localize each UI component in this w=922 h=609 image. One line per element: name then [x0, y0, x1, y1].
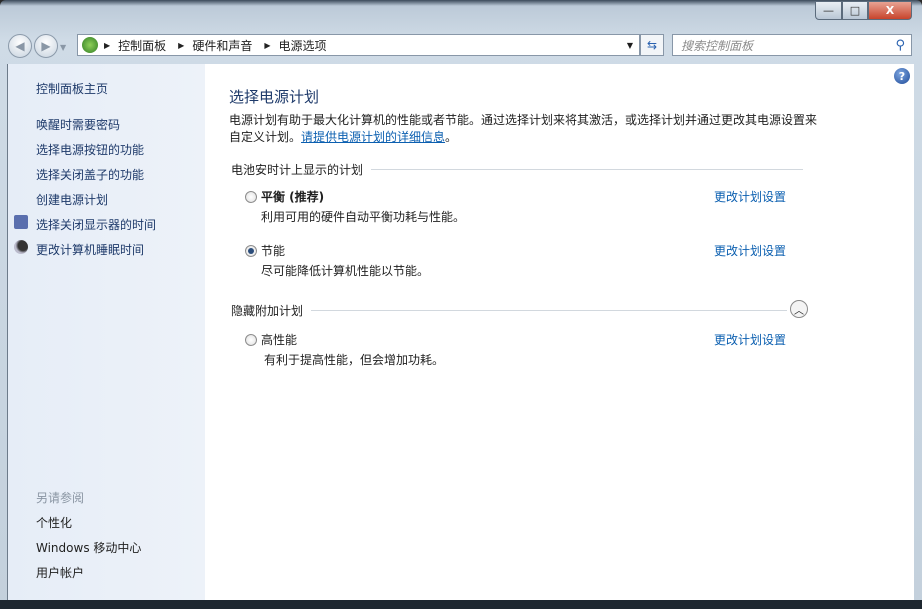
breadcrumb-control-panel[interactable]: 控制面板 [118, 37, 166, 54]
see-also-heading: 另请参阅 [36, 491, 85, 505]
address-dropdown-icon[interactable]: ▼ [627, 41, 633, 50]
sidebar-item-power-button[interactable]: 选择电源按钮的功能 [36, 141, 144, 158]
search-placeholder: 搜索控制面板 [681, 38, 754, 53]
plan-name: 高性能 [261, 333, 298, 347]
sidebar-home-link[interactable]: 控制面板主页 [36, 80, 108, 97]
sidebar: 控制面板主页 唤醒时需要密码 选择电源按钮的功能 选择关闭盖子的功能 创建电源计… [7, 64, 205, 600]
plan-name: 平衡 (推荐) [261, 190, 325, 204]
breadcrumb: ▶ 控制面板 ▶ 硬件和声音 ▶ 电源选项 [104, 37, 339, 54]
divider [371, 169, 803, 170]
plan-desc: 利用可用的硬件自动平衡功耗与性能。 [261, 210, 466, 224]
chevron-right-icon[interactable]: ▶ [264, 41, 270, 50]
maximize-button[interactable]: □ [842, 1, 868, 20]
refresh-button[interactable]: ⇆ [640, 34, 664, 56]
close-button[interactable]: X [868, 1, 912, 20]
sidebar-item-lid-close[interactable]: 选择关闭盖子的功能 [36, 166, 144, 183]
divider [311, 310, 787, 311]
plan-desc: 有利于提高性能，但会增加功耗。 [264, 353, 445, 367]
control-panel-icon [82, 37, 98, 53]
taskbar-edge [0, 600, 922, 609]
page-description: 电源计划有助于最大化计算机的性能或者节能。通过选择计划来将其激活，或选择计划并通… [229, 112, 819, 146]
arrow-right-icon: ▶ [41, 39, 51, 53]
see-also-personalization[interactable]: 个性化 [36, 514, 72, 531]
change-plan-settings-high-performance[interactable]: 更改计划设置 [714, 331, 786, 348]
radio-high-performance[interactable] [245, 334, 257, 346]
section-heading: 隐藏附加计划 [231, 304, 304, 318]
sidebar-item-sleep-time[interactable]: 更改计算机睡眠时间 [36, 241, 144, 258]
section-heading: 电池安时计上显示的计划 [231, 163, 364, 177]
sidebar-item-display-off[interactable]: 选择关闭显示器的时间 [36, 216, 156, 233]
see-also-user-accounts[interactable]: 用户帐户 [36, 564, 84, 581]
chevron-right-icon[interactable]: ▶ [104, 41, 110, 50]
chevron-right-icon[interactable]: ▶ [178, 41, 184, 50]
section-battery-plans: 电池安时计上显示的计划 [231, 161, 803, 178]
section-hidden-plans: 隐藏附加计划 [231, 302, 787, 319]
radio-balanced[interactable] [245, 191, 257, 203]
arrow-left-icon: ◀ [15, 39, 25, 53]
minimize-button[interactable]: — [815, 1, 842, 20]
change-plan-settings-power-saver[interactable]: 更改计划设置 [714, 242, 786, 259]
window-frame: — □ X ◀ ▶ ▼ ▶ 控制面板 ▶ 硬件和声音 ▶ 电源选项 ▼ ⇆ 搜索控制面… [0, 0, 922, 609]
plan-name: 节能 [261, 244, 286, 258]
see-also-mobility-center[interactable]: Windows 移动中心 [36, 539, 141, 556]
back-button[interactable]: ◀ [8, 34, 32, 58]
recent-pages-dropdown[interactable]: ▼ [60, 43, 66, 58]
radio-power-saver[interactable] [245, 245, 257, 257]
plan-details-link[interactable]: 请提供电源计划的详细信息 [301, 130, 445, 144]
display-clock-icon [14, 215, 28, 229]
sidebar-item-wake-password[interactable]: 唤醒时需要密码 [36, 116, 120, 133]
page-title: 选择电源计划 [229, 88, 320, 106]
search-icon[interactable]: ⚲ [895, 38, 905, 53]
address-bar[interactable]: ▶ 控制面板 ▶ 硬件和声音 ▶ 电源选项 ▼ [77, 34, 640, 56]
forward-button[interactable]: ▶ [34, 34, 58, 58]
sidebar-item-create-plan[interactable]: 创建电源计划 [36, 191, 108, 208]
help-icon[interactable]: ? [894, 68, 910, 84]
refresh-icon: ⇆ [646, 38, 658, 52]
change-plan-settings-balanced[interactable]: 更改计划设置 [714, 188, 786, 205]
search-input[interactable]: 搜索控制面板 ⚲ [672, 34, 912, 56]
breadcrumb-power-options[interactable]: 电源选项 [279, 37, 327, 54]
breadcrumb-hardware-sound[interactable]: 硬件和声音 [192, 37, 252, 54]
description-end: 。 [445, 130, 458, 144]
plan-desc: 尽可能降低计算机性能以节能。 [261, 264, 430, 278]
main-content: ? 选择电源计划 电源计划有助于最大化计算机的性能或者节能。通过选择计划来将其激… [205, 64, 914, 600]
sleep-moon-icon [14, 240, 28, 254]
collapse-chevron-up-icon[interactable]: ︿ [790, 300, 808, 318]
